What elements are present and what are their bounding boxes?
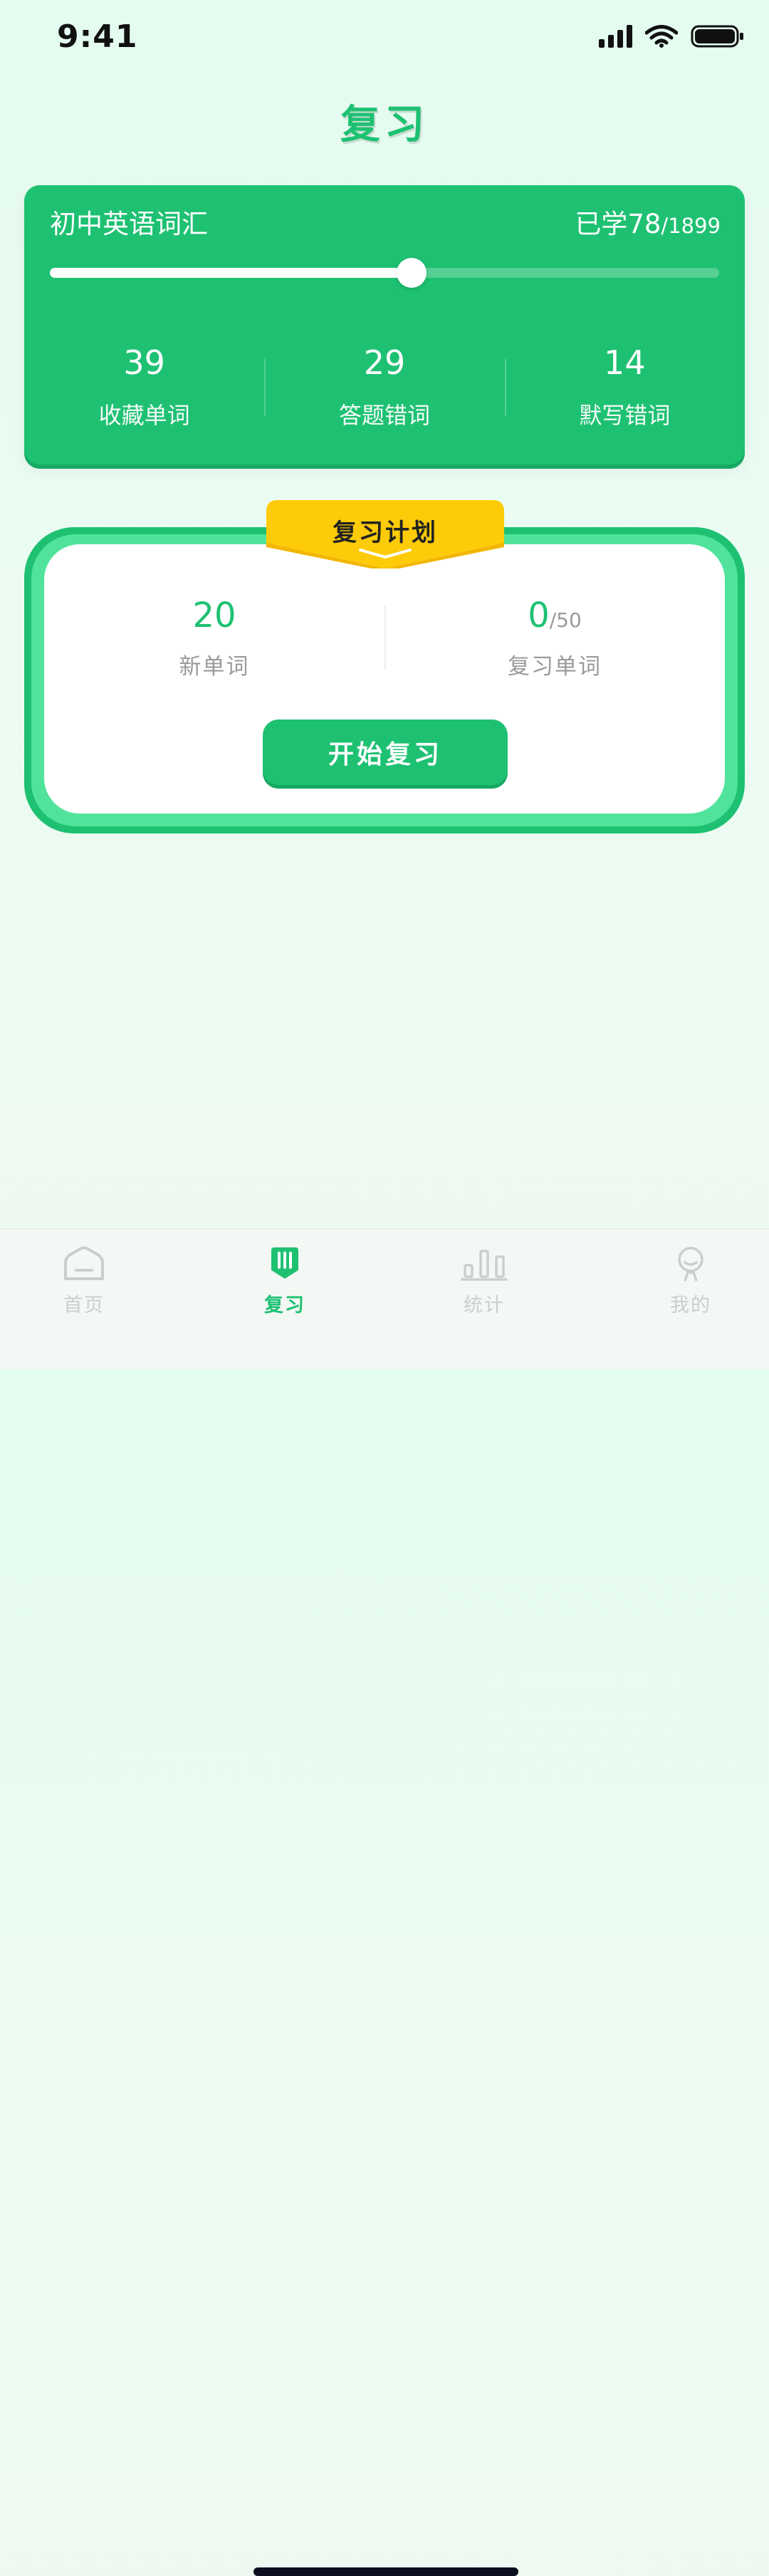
stat-quiz-wrong-words[interactable]: 29 答题错词 bbox=[264, 338, 504, 437]
home-icon bbox=[34, 1241, 134, 1287]
new-words-count: 20 bbox=[192, 596, 236, 635]
progress-fill bbox=[50, 268, 412, 278]
stat-label: 答题错词 bbox=[338, 402, 430, 429]
tab-review[interactable]: 复习 bbox=[235, 1241, 335, 1317]
stat-label: 默写错词 bbox=[579, 402, 671, 429]
wifi-icon bbox=[645, 25, 678, 48]
tab-home-label: 首页 bbox=[63, 1294, 105, 1316]
home-indicator bbox=[253, 2567, 518, 2576]
progress-knob bbox=[396, 258, 427, 288]
plan-stat-new-words: 20 新单词 bbox=[44, 598, 384, 684]
stat-dictation-wrong-words[interactable]: 14 默写错词 bbox=[504, 338, 745, 437]
learned-prefix: 已学 bbox=[575, 209, 628, 239]
review-plan-ribbon: 复习计划 bbox=[266, 500, 504, 568]
review-plan-title: 复习计划 bbox=[333, 519, 438, 547]
learning-progress-bar bbox=[50, 258, 719, 288]
review-book-icon bbox=[235, 1241, 335, 1287]
tab-profile-label: 我的 bbox=[670, 1294, 711, 1316]
book-name: 初中英语词汇 bbox=[50, 209, 208, 239]
tab-home[interactable]: 首页 bbox=[34, 1241, 134, 1317]
bar-chart-icon bbox=[434, 1241, 534, 1287]
stat-label: 收藏单词 bbox=[98, 402, 190, 429]
stat-value: 14 bbox=[604, 343, 646, 382]
battery-icon bbox=[691, 24, 745, 48]
review-words-total: /50 bbox=[549, 608, 582, 632]
tab-review-label: 复习 bbox=[264, 1294, 305, 1316]
stat-favorite-words[interactable]: 39 收藏单词 bbox=[24, 338, 264, 437]
vocabulary-stats-card[interactable]: 初中英语词汇 已学78/1899 39 收藏单词 29 答题错词 14 默写错词 bbox=[24, 185, 745, 464]
page-title: 复习 bbox=[340, 102, 429, 148]
new-words-label: 新单词 bbox=[179, 654, 250, 680]
learned-total: /1899 bbox=[661, 214, 721, 238]
tab-statistics[interactable]: 统计 bbox=[434, 1241, 534, 1317]
status-icons bbox=[599, 24, 745, 48]
stat-value: 29 bbox=[363, 343, 406, 382]
stat-value: 39 bbox=[123, 343, 165, 382]
learned-progress-text: 已学78/1899 bbox=[575, 202, 721, 241]
tab-statistics-label: 统计 bbox=[464, 1294, 505, 1316]
start-review-button[interactable]: 开始复习 bbox=[263, 720, 508, 785]
status-bar: 9:41 bbox=[0, 0, 769, 71]
tab-profile[interactable]: 我的 bbox=[641, 1241, 741, 1317]
learned-count: 78 bbox=[627, 209, 661, 239]
review-words-count: 0/50 bbox=[384, 598, 725, 633]
word-stats-row: 39 收藏单词 29 答题错词 14 默写错词 bbox=[24, 338, 745, 437]
bottom-tab-bar: 首页 复习 统计 我的 bbox=[0, 1228, 769, 2576]
profile-icon bbox=[641, 1241, 741, 1287]
status-time: 9:41 bbox=[57, 19, 138, 55]
plan-stat-review-words: 0/50 复习单词 bbox=[384, 598, 725, 684]
review-words-done: 0 bbox=[528, 596, 550, 635]
cellular-signal-icon bbox=[599, 25, 632, 48]
plan-stats-row: 20 新单词 0/50 复习单词 bbox=[44, 598, 725, 684]
review-words-label: 复习单词 bbox=[508, 654, 602, 680]
